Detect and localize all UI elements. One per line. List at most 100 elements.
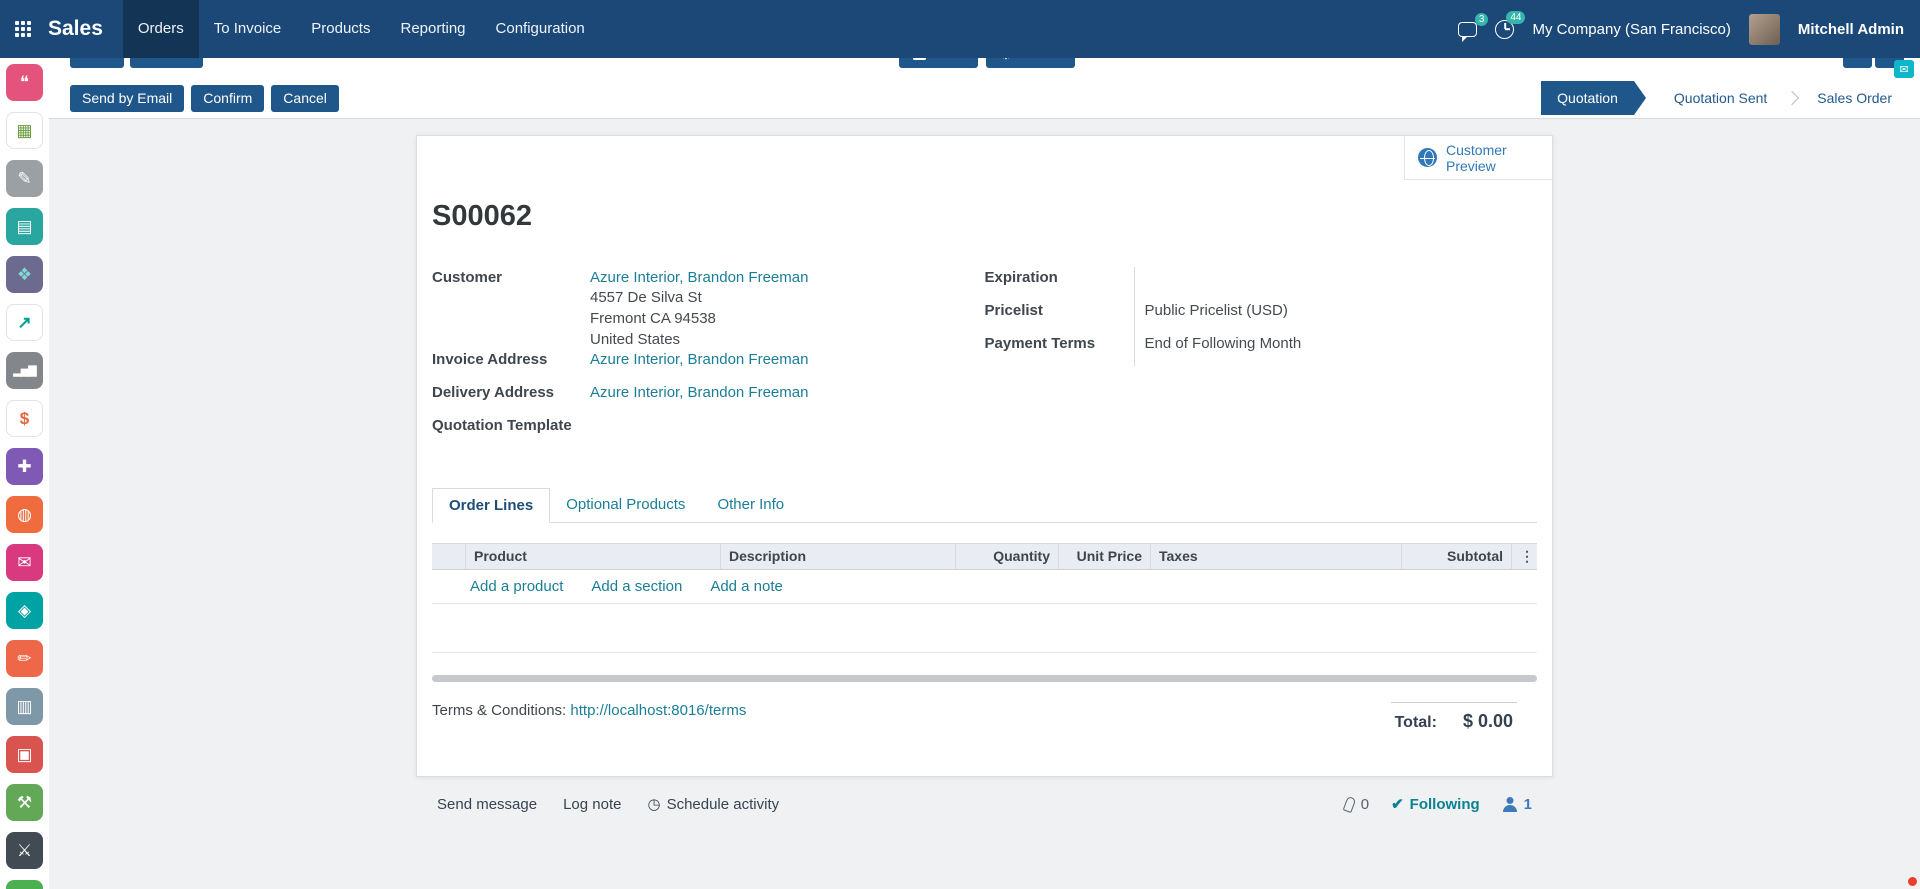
- send-message-button[interactable]: Send message: [437, 796, 537, 813]
- globe-icon: [1418, 148, 1437, 167]
- mail-shortcut-icon[interactable]: ✉: [1894, 60, 1914, 78]
- delivery-address-label: Delivery Address: [432, 382, 590, 415]
- payment-terms-value: End of Following Month: [1135, 333, 1302, 366]
- cash-register-app-icon[interactable]: ▥: [6, 688, 43, 725]
- customer-address-city: Fremont CA 94538: [590, 309, 808, 328]
- id-card-app-icon[interactable]: ▤: [6, 208, 43, 245]
- expiration-label: Expiration: [985, 267, 1135, 300]
- field-grid: Customer Azure Interior, Brandon Freeman…: [432, 267, 1537, 448]
- tab-optional-products[interactable]: Optional Products: [550, 488, 701, 522]
- activities-icon[interactable]: 44: [1495, 20, 1514, 39]
- column-description: Description: [721, 544, 956, 569]
- field-payment-terms: Payment Terms End of Following Month: [985, 333, 1538, 366]
- log-note-button[interactable]: Log note: [563, 796, 621, 813]
- user-avatar[interactable]: [1749, 14, 1780, 45]
- customer-address-street: 4557 De Silva St: [590, 288, 808, 307]
- handshake-app-icon[interactable]: ❖: [6, 256, 43, 293]
- navbar-left: Sales OrdersTo InvoiceProductsReportingC…: [0, 0, 600, 58]
- app-menu: OrdersTo InvoiceProductsReportingConfigu…: [123, 0, 600, 58]
- grid-dots: [15, 21, 19, 25]
- attachments-count: 0: [1361, 796, 1369, 813]
- customer-preview-button[interactable]: Customer Preview: [1404, 136, 1552, 180]
- pencil-note-app-icon[interactable]: ✎: [6, 160, 43, 197]
- step-quotation-sent[interactable]: Quotation Sent: [1658, 81, 1783, 115]
- schedule-activity-button[interactable]: ◷ Schedule activity: [647, 795, 779, 813]
- puzzle-app-icon[interactable]: ✚: [6, 448, 43, 485]
- payment-terms-label: Payment Terms: [985, 333, 1135, 366]
- app-glyph: ↗: [17, 313, 31, 333]
- statusbar-buttons: Send by Email Confirm Cancel: [70, 85, 339, 112]
- clipboard-pencil-app-icon[interactable]: ✏: [6, 640, 43, 677]
- tab-other-info[interactable]: Other Info: [701, 488, 800, 522]
- add-row: Add a product Add a section Add a note: [432, 570, 1537, 604]
- quotation-sheet: Customer Preview S00062 Customer Azure I…: [416, 135, 1553, 777]
- wrench-app-icon[interactable]: ⚒: [6, 784, 43, 821]
- pricelist-label: Pricelist: [985, 300, 1135, 333]
- quotation-template-label: Quotation Template: [432, 415, 590, 448]
- tab-order-lines[interactable]: Order Lines: [432, 488, 550, 523]
- app-brand-title[interactable]: Sales: [48, 17, 103, 41]
- apps-grid-icon[interactable]: [0, 0, 46, 58]
- terms-link[interactable]: http://localhost:8016/terms: [570, 702, 746, 719]
- notification-dot: [1908, 877, 1917, 886]
- step-quotation[interactable]: Quotation: [1541, 81, 1634, 115]
- globe-app-icon[interactable]: ◍: [6, 496, 43, 533]
- nav-reporting[interactable]: Reporting: [385, 0, 480, 58]
- envelope-app-icon[interactable]: ✉: [6, 544, 43, 581]
- app-glyph: ✏: [17, 649, 31, 669]
- customer-address-country: United States: [590, 330, 808, 349]
- send-by-email-button[interactable]: Send by Email: [70, 85, 184, 112]
- optional-columns-icon[interactable]: ⋮: [1512, 544, 1542, 569]
- step-sales-order[interactable]: Sales Order: [1801, 81, 1920, 115]
- top-navbar: Sales OrdersTo InvoiceProductsReportingC…: [0, 0, 1920, 58]
- app-glyph: ⚒: [17, 793, 32, 813]
- terms-and-conditions: Terms & Conditions: http://localhost:801…: [432, 702, 746, 719]
- cancel-button[interactable]: Cancel: [271, 85, 339, 112]
- add-a-product-link[interactable]: Add a product: [470, 578, 563, 595]
- add-a-section-link[interactable]: Add a section: [591, 578, 682, 595]
- messages-icon[interactable]: 3: [1458, 22, 1477, 37]
- add-a-note-link[interactable]: Add a note: [710, 578, 783, 595]
- customer-link[interactable]: Azure Interior, Brandon Freeman: [590, 269, 808, 286]
- statusbar: Send by Email Confirm Cancel QuotationQu…: [49, 78, 1920, 118]
- partial-app-icon[interactable]: [6, 880, 43, 889]
- column-product: Product: [466, 544, 721, 569]
- order-lines-header: Product Description Quantity Unit Price …: [432, 543, 1537, 570]
- nav-configuration[interactable]: Configuration: [481, 0, 600, 58]
- followers-count: 1: [1524, 796, 1532, 813]
- invoice-address-link[interactable]: Azure Interior, Brandon Freeman: [590, 349, 808, 382]
- price-tag-app-icon[interactable]: ◈: [6, 592, 43, 629]
- person-icon: [1502, 797, 1518, 812]
- attachments-button[interactable]: 0: [1345, 796, 1369, 813]
- chat-bubble-app-icon[interactable]: ❝: [6, 64, 43, 101]
- following-label: Following: [1410, 796, 1480, 813]
- total-box: Total: $ 0.00: [1391, 702, 1517, 732]
- package-box-app-icon[interactable]: ▣: [6, 736, 43, 773]
- expiration-value: [1135, 267, 1145, 300]
- column-quantity: Quantity: [956, 544, 1059, 569]
- user-name[interactable]: Mitchell Admin: [1798, 21, 1904, 38]
- horizontal-scrollbar[interactable]: [432, 675, 1537, 682]
- nav-to-invoice[interactable]: To Invoice: [199, 0, 297, 58]
- line-chart-app-icon[interactable]: ↗: [6, 304, 43, 341]
- app-glyph: ❖: [17, 265, 32, 285]
- calendar-app-icon[interactable]: ▦: [6, 112, 43, 149]
- delivery-address-link[interactable]: Azure Interior, Brandon Freeman: [590, 382, 808, 415]
- app-glyph: ◈: [18, 601, 31, 621]
- nav-products[interactable]: Products: [296, 0, 385, 58]
- tools-app-icon[interactable]: ⚔: [6, 832, 43, 869]
- customer-value: Azure Interior, Brandon Freeman 4557 De …: [590, 267, 808, 349]
- company-switcher[interactable]: My Company (San Francisco): [1532, 21, 1730, 38]
- column-taxes: Taxes: [1151, 544, 1402, 569]
- nav-orders[interactable]: Orders: [123, 0, 199, 58]
- app-glyph: ⚔: [17, 841, 32, 861]
- field-customer: Customer Azure Interior, Brandon Freeman…: [432, 267, 985, 349]
- bar-chart-app-icon[interactable]: ▂▅▇: [6, 352, 43, 389]
- dollar-document-app-icon[interactable]: $: [6, 400, 43, 437]
- following-button[interactable]: ✔ Following: [1391, 795, 1480, 813]
- apps-sidebar: ❝ ▦ ✎ ▤ ❖ ↗ ▂▅▇ $ ✚ ◍: [0, 58, 49, 889]
- followers-button[interactable]: 1: [1502, 796, 1532, 813]
- status-pipeline: Quotation Quotation Sent Sales Order: [1541, 81, 1920, 115]
- app-glyph: ▤: [16, 217, 32, 237]
- confirm-button[interactable]: Confirm: [191, 85, 264, 112]
